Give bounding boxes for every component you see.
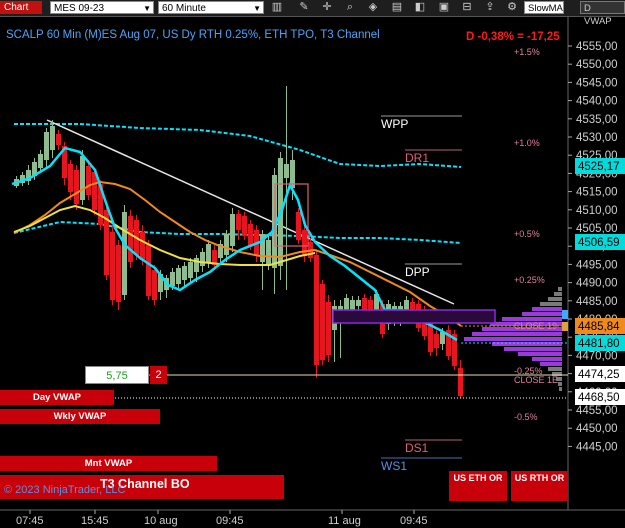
time-tick-label: 09:45 xyxy=(400,515,428,527)
price-marker-label: 4525,17 xyxy=(578,161,620,173)
us-rth-or-button[interactable]: US RTH OR xyxy=(511,471,568,501)
pct-label: +0.5% xyxy=(514,229,540,239)
price-tick-label: 4470,00 xyxy=(576,350,618,362)
time-axis[interactable]: 07:45 15:45 10 aug 09:45 11 aug 09:45 xyxy=(16,510,428,527)
price-tick-label: 4530,00 xyxy=(576,132,618,144)
pct-label: +1.0% xyxy=(514,138,540,148)
time-tick-label: 15:45 xyxy=(81,515,109,527)
price-tick-label: 4450,00 xyxy=(576,423,618,435)
price-tick-label: 4510,00 xyxy=(576,205,618,217)
weekly-vwap-button[interactable]: Wkly VWAP xyxy=(0,409,160,424)
price-marker-label: 4481,80 xyxy=(578,338,620,350)
time-tick-label: 11 aug xyxy=(328,515,361,527)
price-tick-label: 4515,00 xyxy=(576,187,618,199)
order-price-field[interactable]: 5,75 xyxy=(85,366,149,384)
price-marker-label: 4506,59 xyxy=(578,237,620,249)
dr1-label: DR1 xyxy=(405,151,429,165)
pct-label: +1.5% xyxy=(514,47,540,57)
pct-label: +0.25% xyxy=(514,275,545,285)
time-tick-label: 10 aug xyxy=(144,515,178,527)
price-tick-label: 4555,00 xyxy=(576,41,618,53)
price-tick-label: 4445,00 xyxy=(576,441,618,453)
us-eth-or-button[interactable]: US ETH OR xyxy=(449,471,507,501)
value-area-box xyxy=(332,309,496,324)
candlestick-series xyxy=(14,86,463,398)
close-label: CLOSE 1E xyxy=(514,375,558,385)
copyright-notice: © 2023 NinjaTrader, LLC xyxy=(4,484,126,496)
order-quantity[interactable]: 2 xyxy=(150,366,167,384)
ds1-label: DS1 xyxy=(405,441,429,455)
price-chart[interactable]: WPP DR1 DPP DS1 WS1 +1.5% +1.0% +0.5% +0… xyxy=(0,0,625,528)
time-tick-label: 09:45 xyxy=(216,515,244,527)
monthly-vwap-button[interactable]: Mnt VWAP xyxy=(0,456,217,471)
price-tick-label: 4490,00 xyxy=(576,278,618,290)
price-tick-label: 4535,00 xyxy=(576,114,618,126)
price-tick-label: 4495,00 xyxy=(576,259,618,271)
dpp-label: DPP xyxy=(405,265,430,279)
price-tick-label: 4550,00 xyxy=(576,59,618,71)
price-marker-label: 4485,84 xyxy=(578,321,620,333)
price-tick-label: 4455,00 xyxy=(576,405,618,417)
wpp-label: WPP xyxy=(381,117,408,131)
time-tick-label: 07:45 xyxy=(16,515,44,527)
price-tick-label: 4485,00 xyxy=(576,296,618,308)
price-marker-label: 4468,50 xyxy=(578,392,620,404)
pct-label: -0.5% xyxy=(514,412,538,422)
price-marker-label: 4474,25 xyxy=(578,369,620,381)
price-tick-label: 4545,00 xyxy=(576,77,618,89)
ws1-label: WS1 xyxy=(381,459,407,473)
price-tick-label: 4505,00 xyxy=(576,223,618,235)
day-vwap-button[interactable]: Day VWAP xyxy=(0,390,114,405)
price-tick-label: 4540,00 xyxy=(576,96,618,108)
